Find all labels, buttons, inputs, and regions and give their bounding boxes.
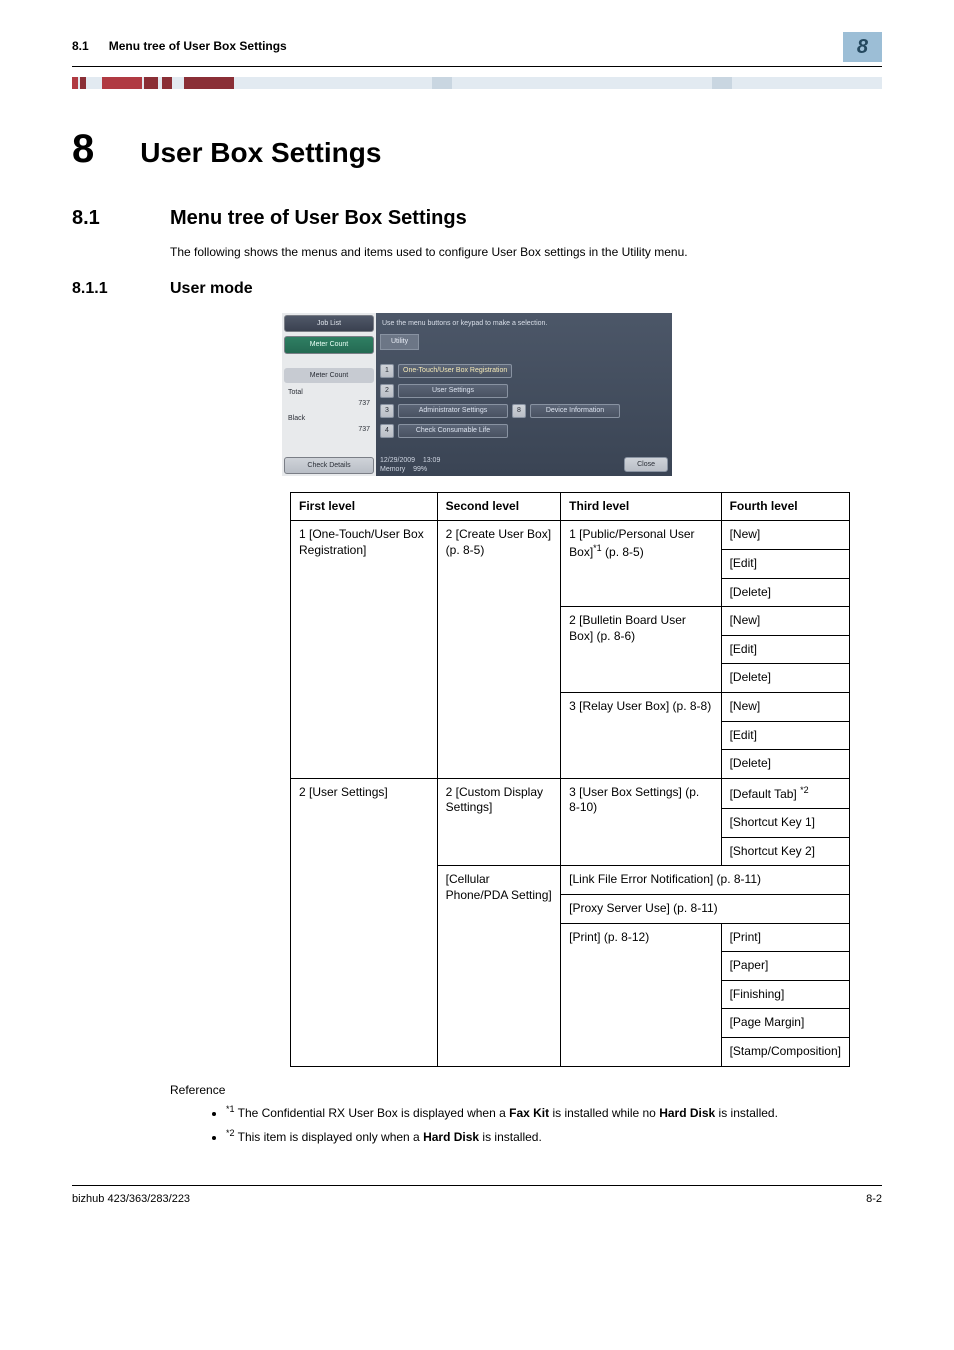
screenshot-right-pane: Use the menu buttons or keypad to make a… xyxy=(376,313,672,475)
running-header: 8.1 Menu tree of User Box Settings 8 xyxy=(72,32,882,67)
footnote-marker: *1 xyxy=(226,1104,235,1114)
total-value: 737 xyxy=(358,399,370,408)
fourth-level-margin: [Page Margin] xyxy=(721,1009,849,1038)
note-text: This item is displayed only when a xyxy=(235,1130,424,1144)
menu-user-settings[interactable]: User Settings xyxy=(398,384,508,398)
fourth-level-print: [Print] xyxy=(721,923,849,952)
menu-device-information[interactable]: Device Information xyxy=(530,404,620,418)
note-bold: Hard Disk xyxy=(659,1106,715,1120)
reference-note-2: *2 This item is displayed only when a Ha… xyxy=(226,1128,882,1146)
cell-text: (p. 8-5) xyxy=(605,545,644,559)
first-level-user-settings: 2 [User Settings] xyxy=(291,778,438,1066)
note-text: is installed. xyxy=(715,1106,778,1120)
black-value: 737 xyxy=(358,425,370,434)
subsection-title: User mode xyxy=(170,279,253,300)
fourth-level-delete: [Delete] xyxy=(721,578,849,607)
menu-number: 8 xyxy=(512,404,526,418)
fourth-level-delete: [Delete] xyxy=(721,664,849,693)
screenshot-instruction: Use the menu buttons or keypad to make a… xyxy=(382,319,668,328)
menu-check-consumable-life[interactable]: Check Consumable Life xyxy=(398,424,508,438)
footer-page-number: 8-2 xyxy=(866,1192,882,1206)
second-level-custom-display: 2 [Custom Display Settings] xyxy=(437,778,561,866)
fourth-level-edit: [Edit] xyxy=(721,549,849,578)
menu-number: 3 xyxy=(380,404,394,418)
menu-number: 1 xyxy=(380,364,394,378)
fourth-level-new: [New] xyxy=(721,607,849,636)
fourth-level-shortcut-1: [Shortcut Key 1] xyxy=(721,809,849,838)
note-bold: Fax Kit xyxy=(509,1106,549,1120)
close-button[interactable]: Close xyxy=(624,457,668,472)
section-heading: 8.1 Menu tree of User Box Settings xyxy=(72,205,882,231)
menu-tree-table: First level Second level Third level Fou… xyxy=(290,492,850,1067)
third-level-relay: 3 [Relay User Box] (p. 8-8) xyxy=(561,692,721,778)
second-level-cellular: [Cellular Phone/PDA Setting] xyxy=(437,866,561,1066)
menu-administrator-settings[interactable]: Administrator Settings xyxy=(398,404,508,418)
note-text: is installed. xyxy=(479,1130,542,1144)
fourth-level-edit: [Edit] xyxy=(721,635,849,664)
footnote-marker: *2 xyxy=(226,1128,235,1138)
reference-block: Reference *1 The Confidential RX User Bo… xyxy=(170,1083,882,1146)
th-second-level: Second level xyxy=(437,492,561,521)
footer-memory-value: 99% xyxy=(413,466,427,473)
breadcrumb-utility: Utility xyxy=(380,334,419,349)
cell-text: [Default Tab] xyxy=(730,787,797,801)
chapter-badge: 8 xyxy=(843,32,882,62)
running-header-no: 8.1 xyxy=(72,39,89,53)
note-bold: Hard Disk xyxy=(423,1130,479,1144)
meter-count-label: Meter Count xyxy=(284,368,374,383)
page-footer: bizhub 423/363/283/223 8-2 xyxy=(72,1185,882,1206)
subsection-heading: 8.1.1 User mode xyxy=(72,279,882,300)
tab-meter-count[interactable]: Meter Count xyxy=(284,336,374,353)
footer-time: 13:09 xyxy=(423,457,441,464)
chapter-text: User Box Settings xyxy=(140,135,381,171)
third-level-bulletin: 2 [Bulletin Board User Box] (p. 8-6) xyxy=(561,607,721,693)
footer-date: 12/29/2009 xyxy=(380,457,415,464)
screenshot-left-pane: Job List Meter Count Meter Count Total 7… xyxy=(282,313,376,475)
fourth-level-default-tab: [Default Tab] *2 xyxy=(721,778,849,809)
first-level-one-touch: 1 [One-Touch/User Box Registration] xyxy=(291,521,438,778)
meter-block: Total 737 Black 737 xyxy=(284,383,374,437)
note-text: The Confidential RX User Box is displaye… xyxy=(235,1106,510,1120)
menu-one-touch-user-box[interactable]: One-Touch/User Box Registration xyxy=(398,364,512,378)
third-level-proxy: [Proxy Server Use] (p. 8-11) xyxy=(561,895,850,924)
reference-label: Reference xyxy=(170,1083,882,1099)
note-text: is installed while no xyxy=(549,1106,659,1120)
fourth-level-paper: [Paper] xyxy=(721,952,849,981)
chapter-title: 8 User Box Settings xyxy=(72,123,882,175)
fourth-level-new: [New] xyxy=(721,692,849,721)
black-label: Black xyxy=(288,414,305,423)
th-third-level: Third level xyxy=(561,492,721,521)
section-number: 8.1 xyxy=(72,205,130,231)
fourth-level-shortcut-2: [Shortcut Key 2] xyxy=(721,837,849,866)
menu-number: 4 xyxy=(380,424,394,438)
footer-model: bizhub 423/363/283/223 xyxy=(72,1192,190,1206)
third-level-public-personal: 1 [Public/Personal User Box]*1 (p. 8-5) xyxy=(561,521,721,607)
tab-job-list[interactable]: Job List xyxy=(284,315,374,332)
subsection-number: 8.1.1 xyxy=(72,279,138,300)
fourth-level-new: [New] xyxy=(721,521,849,550)
section-title: Menu tree of User Box Settings xyxy=(170,205,467,231)
fourth-level-stamp: [Stamp/Composition] xyxy=(721,1038,849,1067)
decorative-stripe xyxy=(72,77,882,89)
fourth-level-finishing: [Finishing] xyxy=(721,980,849,1009)
second-level-create-box: 2 [Create User Box] (p. 8-5) xyxy=(437,521,561,778)
menu-number: 2 xyxy=(380,384,394,398)
footnote-marker: *1 xyxy=(593,543,602,553)
third-level-print: [Print] (p. 8-12) xyxy=(561,923,721,1066)
th-first-level: First level xyxy=(291,492,438,521)
th-fourth-level: Fourth level xyxy=(721,492,849,521)
chapter-number: 8 xyxy=(72,123,94,175)
check-details-button[interactable]: Check Details xyxy=(284,457,374,474)
footnote-marker: *2 xyxy=(800,785,809,795)
fourth-level-edit: [Edit] xyxy=(721,721,849,750)
third-level-user-box-settings: 3 [User Box Settings] (p. 8-10) xyxy=(561,778,721,866)
total-label: Total xyxy=(288,388,303,397)
reference-note-1: *1 The Confidential RX User Box is displ… xyxy=(226,1104,882,1122)
third-level-link-file-error: [Link File Error Notification] (p. 8-11) xyxy=(561,866,850,895)
device-screenshot: Job List Meter Count Meter Count Total 7… xyxy=(282,313,672,475)
fourth-level-delete: [Delete] xyxy=(721,750,849,779)
intro-paragraph: The following shows the menus and items … xyxy=(170,245,882,261)
running-header-title: Menu tree of User Box Settings xyxy=(109,39,287,53)
footer-memory-label: Memory xyxy=(380,466,405,473)
